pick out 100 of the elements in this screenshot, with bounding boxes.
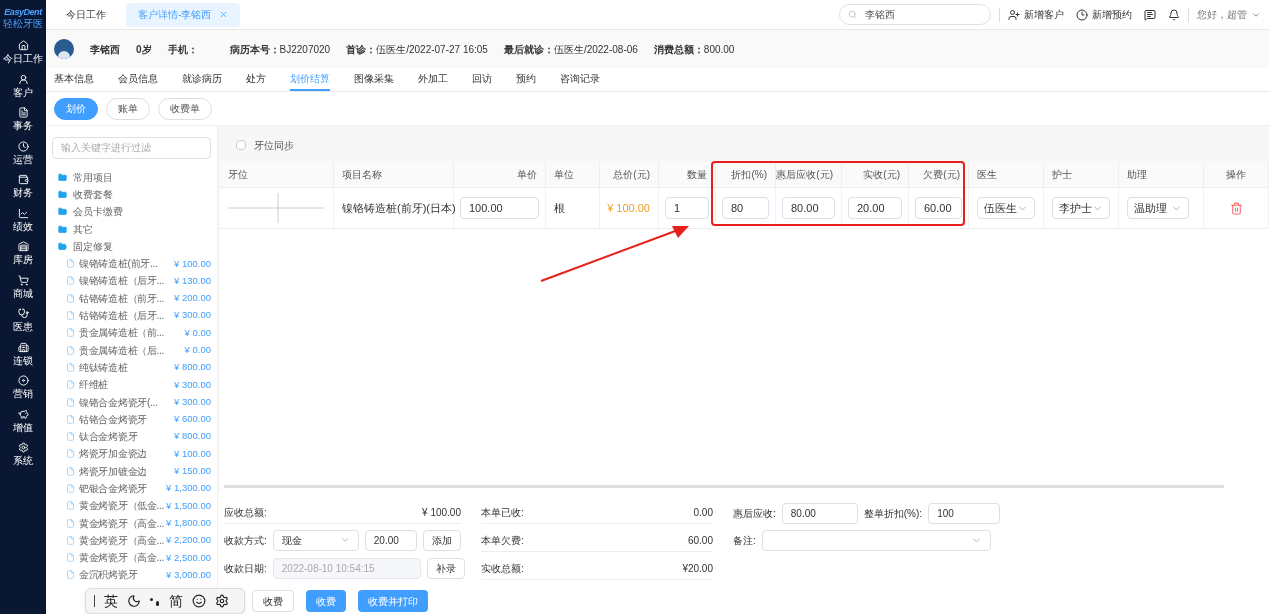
nav-icon: [17, 174, 29, 185]
message-icon[interactable]: [1144, 8, 1156, 21]
header-action[interactable]: 新增预约: [1076, 7, 1132, 22]
filter-field[interactable]: 输入关键字进行过滤: [52, 136, 211, 159]
tree-folder[interactable]: 固定修复: [52, 237, 211, 255]
caret-icon: [339, 535, 350, 545]
tree-item[interactable]: 钴铬合金烤瓷牙 ¥ 600.00: [52, 410, 211, 428]
tree-folder[interactable]: 常用项目: [52, 168, 211, 186]
settings-icon[interactable]: [215, 594, 229, 608]
tree-folder[interactable]: 会员卡缴费: [52, 203, 211, 221]
tree-item[interactable]: 钯银合金烤瓷牙 ¥ 1,300.00: [52, 479, 211, 498]
amount-field[interactable]: 20.00: [364, 529, 417, 551]
tree-item[interactable]: 钴铬铸造桩（前牙... ¥ 200.00: [52, 289, 211, 307]
cell-input[interactable]: 1: [665, 197, 709, 219]
detail-tab[interactable]: 图像采集: [354, 68, 394, 91]
detail-tab[interactable]: 外加工: [418, 68, 448, 91]
tree-item[interactable]: 黄金烤瓷牙（高金... ¥ 2,200.00: [52, 531, 211, 550]
nav-item[interactable]: 今日工作: [3, 36, 43, 70]
delete-icon[interactable]: [1229, 201, 1243, 215]
nav-item[interactable]: 绩效: [13, 203, 33, 237]
phone-label: 手机：: [167, 42, 198, 57]
nav-item[interactable]: 营销: [13, 371, 33, 405]
tree-item[interactable]: 黄金烤瓷牙（低金... ¥ 1,500.00: [52, 497, 211, 515]
tree-item[interactable]: 烤瓷牙加镀金边 ¥ 150.00: [52, 462, 211, 480]
payment-method-select[interactable]: 现金: [272, 529, 359, 551]
header-action[interactable]: 新增客户: [1008, 7, 1064, 22]
cell-input[interactable]: 60.00: [915, 197, 962, 219]
nav-item[interactable]: 医患: [13, 304, 33, 338]
cell-input[interactable]: 80: [722, 197, 769, 219]
supplement-button[interactable]: 补录: [426, 557, 465, 579]
tree-item[interactable]: 黄金烤瓷牙（高金... ¥ 1,800.00: [52, 514, 211, 532]
smile-icon[interactable]: [192, 594, 206, 608]
view-button[interactable]: 账单: [106, 97, 150, 120]
nav-item[interactable]: 增值: [13, 404, 33, 438]
column-header: 数量: [687, 168, 707, 182]
table-cell-text: 根: [554, 200, 565, 216]
user-menu[interactable]: 您好，超管: [1197, 7, 1261, 22]
tree-item[interactable]: 贵金属铸造桩（前... ¥ 0.00: [52, 324, 211, 342]
tree-item[interactable]: 黄金烤瓷牙（高金... ¥ 2,500.00: [52, 549, 211, 567]
tree-folder[interactable]: 收费套餐: [52, 185, 211, 204]
nav-item[interactable]: 运营: [13, 136, 33, 170]
bell-icon[interactable]: [1168, 8, 1180, 21]
detail-tab[interactable]: 预约: [516, 68, 536, 91]
tree-item[interactable]: 贵金属铸造桩（后... ¥ 0.00: [52, 341, 211, 359]
nav-item[interactable]: 库房: [13, 237, 33, 271]
ime-script[interactable]: 简: [169, 590, 183, 612]
column-header: 惠后应收(元): [776, 168, 833, 182]
staff-select[interactable]: 伍医生: [977, 197, 1035, 219]
cell-input[interactable]: 20.00: [848, 197, 902, 219]
tree-item[interactable]: 金沉积烤瓷牙 ¥ 3,000.00: [52, 566, 211, 584]
detail-tab[interactable]: 基本信息: [54, 68, 94, 91]
nav-item[interactable]: 客户: [13, 69, 33, 103]
moon-icon[interactable]: [127, 594, 141, 608]
tree-item[interactable]: 钴铬铸造桩（后牙... ¥ 300.00: [52, 306, 211, 325]
file-icon: [66, 518, 75, 528]
nav-item[interactable]: 商城: [13, 270, 33, 304]
detail-tab[interactable]: 回访: [472, 68, 492, 91]
detail-tab[interactable]: 咨询记录: [560, 68, 600, 91]
tree-item[interactable]: 烤瓷牙加金瓷边 ¥ 100.00: [52, 445, 211, 463]
nav-item[interactable]: 事务: [13, 103, 33, 137]
file-icon: [66, 466, 75, 476]
column-header: 总价(元): [613, 168, 650, 182]
total-price: ¥ 100.00: [607, 200, 650, 216]
view-button[interactable]: 收费单: [158, 97, 212, 120]
after-discount-field[interactable]: 80.00: [781, 502, 858, 524]
column-header: 医生: [977, 168, 997, 182]
staff-select[interactable]: 李护士: [1052, 197, 1110, 219]
discount-field[interactable]: 100: [928, 502, 1001, 524]
tree-item[interactable]: 纯钛铸造桩 ¥ 800.00: [52, 358, 211, 377]
detail-tab[interactable]: 处方: [246, 68, 266, 91]
punctuation-icon[interactable]: [150, 596, 160, 606]
tree-item[interactable]: 钛合金烤瓷牙 ¥ 800.00: [52, 427, 211, 446]
tree-folder[interactable]: 其它: [52, 220, 211, 238]
tree-item[interactable]: 镍铬铸造桩(前牙... ¥ 100.00: [52, 255, 211, 273]
nav-item[interactable]: 系统: [13, 438, 33, 472]
ime-mode[interactable]: 英: [104, 590, 118, 612]
tree-item[interactable]: 镍铬合金烤瓷牙(... ¥ 300.00: [52, 393, 211, 411]
page-tab[interactable]: 今日工作: [54, 2, 118, 27]
nav-icon: [17, 308, 29, 319]
brand-subtitle: 轻松牙医: [3, 18, 43, 29]
detail-tab[interactable]: 会员信息: [118, 68, 158, 91]
detail-tab[interactable]: 就诊病历: [182, 68, 222, 91]
nav-item[interactable]: 连锁: [13, 337, 33, 371]
nav-item[interactable]: 财务: [13, 170, 33, 204]
column-header: 护士: [1052, 168, 1072, 182]
tooth-position-cross-icon: [228, 193, 324, 223]
tree-item[interactable]: 镍铬铸造桩（后牙... ¥ 130.00: [52, 272, 211, 290]
file-icon: [66, 328, 75, 338]
table-cell-text: 镍铬铸造桩(前牙)(日本): [342, 200, 456, 216]
summary-label: 收款方式:: [224, 533, 267, 548]
cell-input[interactable]: 100.00: [460, 197, 539, 219]
charge-button[interactable]: 收费: [252, 590, 294, 612]
staff-select[interactable]: 温助理: [1127, 197, 1189, 219]
file-icon: [66, 311, 75, 320]
tree-item[interactable]: 纤维桩 ¥ 300.00: [52, 376, 211, 394]
cell-input[interactable]: 80.00: [782, 197, 835, 219]
checkbox[interactable]: [236, 140, 246, 150]
add-button[interactable]: 添加: [422, 529, 461, 551]
column-header: 折扣(%): [731, 168, 767, 182]
folder-icon: [58, 207, 67, 217]
